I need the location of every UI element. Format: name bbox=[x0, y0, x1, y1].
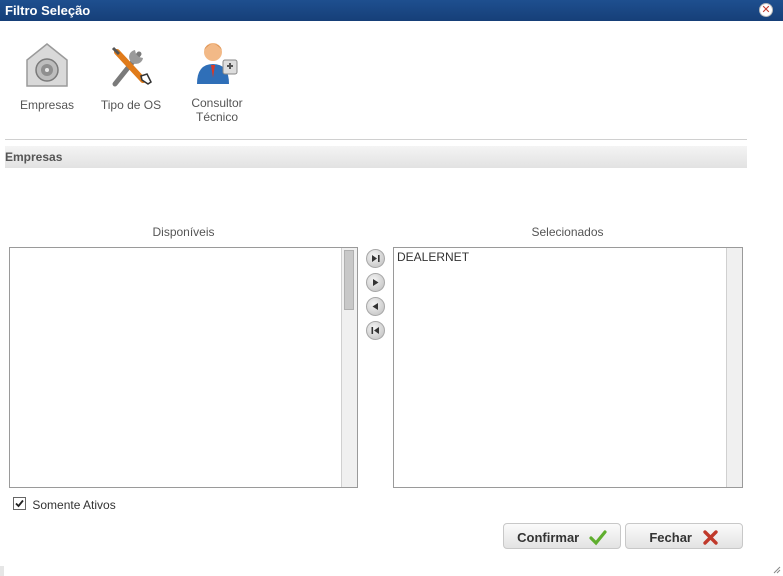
selected-scrollbar[interactable] bbox=[726, 248, 742, 487]
section-title: Empresas bbox=[5, 150, 63, 164]
move-right-button[interactable] bbox=[366, 273, 385, 292]
toolbar-item-label-line2: Técnico bbox=[195, 110, 239, 124]
vault-icon bbox=[26, 43, 68, 87]
available-listbox[interactable] bbox=[9, 247, 358, 488]
toolbar-item-consultor-tecnico[interactable]: Consultor Técnico bbox=[186, 38, 248, 124]
close-button[interactable]: Fechar bbox=[625, 523, 743, 549]
move-left-button[interactable] bbox=[366, 297, 385, 316]
available-label: Disponíveis bbox=[152, 225, 215, 239]
move-all-right-button[interactable] bbox=[366, 249, 385, 268]
selected-label: Selecionados bbox=[531, 225, 604, 239]
confirm-button[interactable]: Confirmar bbox=[503, 523, 621, 549]
window-title: Filtro Seleção bbox=[5, 3, 91, 18]
move-all-left-button[interactable] bbox=[366, 321, 385, 340]
toolbar-item-label: Tipo de OS bbox=[100, 98, 162, 112]
toolbar-item-label-line1: Consultor bbox=[191, 96, 243, 110]
close-label: Fechar bbox=[649, 530, 692, 545]
toolbar-item-label: Empresas bbox=[19, 98, 75, 112]
available-scrollbar[interactable] bbox=[341, 248, 357, 487]
only-active-label: Somente Ativos bbox=[32, 498, 116, 512]
tools-icon bbox=[111, 46, 152, 87]
only-active-row[interactable]: Somente Ativos bbox=[13, 497, 116, 512]
move-right-icon bbox=[373, 279, 379, 286]
selected-listbox[interactable]: DEALERNET bbox=[393, 247, 743, 488]
section-header: Empresas bbox=[5, 146, 747, 168]
window-edge bbox=[0, 566, 4, 576]
consultant-icon bbox=[197, 43, 238, 84]
toolbar-item-tipo-de-os[interactable]: Tipo de OS bbox=[98, 40, 164, 112]
checkmark-icon bbox=[15, 499, 24, 508]
move-all-left-icon bbox=[371, 327, 379, 334]
only-active-checkbox[interactable] bbox=[13, 497, 26, 510]
move-left-icon bbox=[372, 303, 378, 310]
window-titlebar: Filtro Seleção ✕ bbox=[0, 0, 783, 21]
toolbar-item-empresas[interactable]: Empresas bbox=[17, 40, 77, 112]
confirm-label: Confirmar bbox=[517, 530, 580, 545]
divider bbox=[5, 139, 747, 140]
close-icon[interactable]: ✕ bbox=[759, 3, 773, 17]
resize-grip-icon[interactable] bbox=[773, 566, 781, 574]
check-icon bbox=[589, 530, 607, 546]
list-item[interactable]: DEALERNET bbox=[394, 248, 742, 266]
move-all-right-icon bbox=[372, 255, 380, 262]
x-icon bbox=[702, 530, 718, 545]
scrollbar-thumb[interactable] bbox=[344, 250, 354, 310]
